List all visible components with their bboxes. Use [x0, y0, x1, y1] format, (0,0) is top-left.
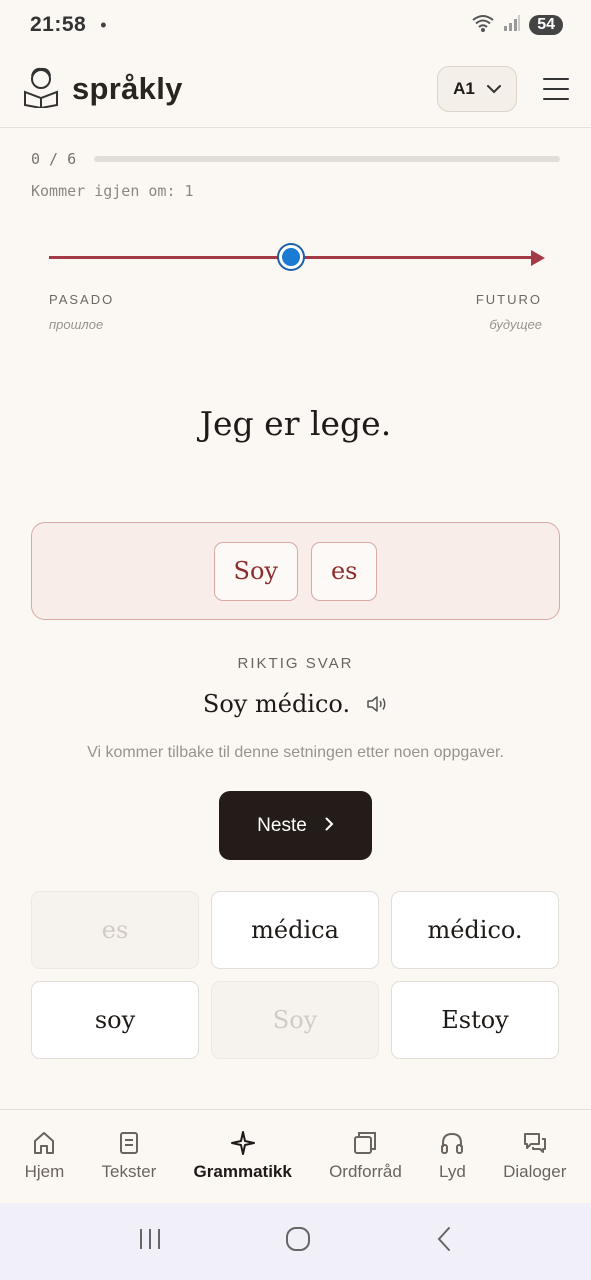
level-select[interactable]: A1	[437, 65, 517, 112]
word-tile: es	[31, 891, 199, 969]
word-tile[interactable]: Estoy	[391, 981, 559, 1059]
nav-item-grammar[interactable]: Grammatikk	[194, 1110, 292, 1203]
system-nav-bar	[0, 1203, 591, 1280]
word-bank: es médica médico. soy Soy Estoy	[31, 891, 560, 1059]
repeat-note: Kommer igjen om: 1	[31, 182, 194, 200]
timeline-marker	[279, 245, 303, 269]
correct-answer-row: Soy médico.	[0, 690, 591, 718]
document-icon	[119, 1132, 138, 1154]
home-button-icon[interactable]	[284, 1225, 312, 1258]
answer-chip[interactable]: Soy	[213, 541, 298, 601]
timeline-arrow-icon	[531, 250, 545, 266]
menu-line	[543, 97, 569, 100]
return-note: Vi kommer tilbake til denne setningen et…	[87, 744, 504, 761]
bottom-nav: Hjem Tekster Grammatikk Ordforråd Lyd Di…	[0, 1109, 591, 1203]
app-header: språkly A1	[0, 50, 591, 128]
correct-answer-text: Soy médico.	[202, 690, 351, 718]
level-value: A1	[453, 78, 475, 98]
timeline-right-label: FUTURO	[475, 292, 542, 307]
menu-button[interactable]	[543, 77, 569, 100]
nav-label: Ordforråd	[329, 1162, 402, 1181]
progress-count: 0 / 6	[31, 150, 77, 168]
timeline	[49, 240, 545, 274]
logo-icon[interactable]	[22, 64, 60, 113]
status-dot: •	[100, 14, 107, 35]
status-time: 21:58	[30, 13, 87, 36]
nav-label: Grammatikk	[193, 1162, 292, 1181]
chevron-right-icon	[325, 815, 334, 837]
menu-line	[543, 87, 569, 90]
speaker-icon[interactable]	[366, 694, 388, 714]
word-tile: Soy	[211, 981, 379, 1059]
next-button-label: Neste	[257, 814, 307, 836]
sparkle-icon	[230, 1131, 255, 1155]
signal-icon	[503, 14, 521, 37]
app-name[interactable]: språkly	[72, 71, 183, 107]
nav-label: Dialoger	[503, 1162, 567, 1181]
word-tile[interactable]: médica	[211, 891, 379, 969]
progress-bar	[94, 156, 560, 162]
nav-item-home[interactable]: Hjem	[24, 1110, 65, 1203]
home-icon	[34, 1132, 55, 1154]
correct-answer-label: RIKTIG SVAR	[237, 655, 354, 672]
next-button[interactable]: Neste	[219, 791, 372, 860]
chevron-down-icon	[486, 79, 501, 99]
nav-label: Hjem	[24, 1162, 65, 1181]
timeline-left-label: PASADO	[49, 292, 115, 307]
nav-item-audio[interactable]: Lyd	[439, 1110, 466, 1203]
nav-label: Tekster	[101, 1162, 157, 1181]
timeline-right-sub: будущее	[489, 317, 542, 332]
menu-line	[543, 77, 569, 80]
nav-item-vocabulary[interactable]: Ordforråd	[329, 1110, 402, 1203]
back-icon[interactable]	[434, 1225, 454, 1258]
nav-item-dialogues[interactable]: Dialoger	[503, 1110, 566, 1203]
chat-icon	[523, 1133, 546, 1153]
answer-box[interactable]: Soy es	[31, 522, 560, 620]
word-tile[interactable]: médico.	[391, 891, 559, 969]
prompt-sentence: Jeg er lege.	[199, 404, 392, 443]
recents-icon[interactable]	[137, 1227, 163, 1256]
word-tile[interactable]: soy	[31, 981, 199, 1059]
headphones-icon	[441, 1132, 464, 1154]
nav-label: Lyd	[439, 1162, 466, 1181]
status-icons: 54	[471, 13, 563, 38]
battery-indicator: 54	[529, 15, 563, 35]
timeline-left-sub: прошлое	[49, 317, 104, 332]
status-bar: 21:58 • 54	[0, 0, 591, 50]
answer-chip[interactable]: es	[310, 541, 378, 601]
wifi-icon	[471, 13, 495, 38]
cards-icon	[354, 1132, 377, 1154]
nav-item-texts[interactable]: Tekster	[101, 1110, 157, 1203]
progress-row: 0 / 6	[31, 150, 560, 168]
